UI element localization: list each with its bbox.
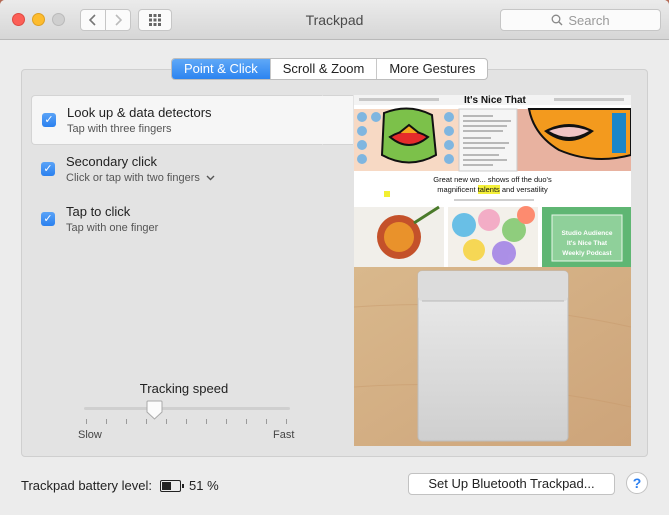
option-look-up[interactable]: ✓ Look up & data detectors Tap with thre… (31, 95, 353, 145)
battery-status: Trackpad battery level: 51 % (21, 478, 219, 493)
preview-headline: Great new wo... shows off the duo's magn… (354, 175, 631, 195)
option-secondary-click[interactable]: ✓ Secondary click Click or tap with two … (31, 145, 353, 195)
battery-value: 51 % (189, 478, 219, 493)
tab-scroll-zoom[interactable]: Scroll & Zoom (271, 59, 378, 79)
look-up-checkbox[interactable]: ✓ (42, 113, 56, 127)
slider-tick (126, 419, 127, 424)
headline-post: and versatility (499, 185, 548, 194)
tab-point-click[interactable]: Point & Click (172, 59, 271, 79)
slider-tick (246, 419, 247, 424)
tab-bar: Point & Click Scroll & Zoom More Gesture… (171, 58, 489, 80)
trackpad-illustration (354, 267, 631, 446)
option-title: Secondary click (66, 154, 158, 169)
slider-tick (286, 419, 287, 424)
option-subtitle-text: Tap with one finger (66, 222, 159, 234)
slider-tick (106, 419, 107, 424)
tile-line: It's Nice That (566, 240, 608, 247)
option-subtitle: Tap with one finger (66, 222, 158, 234)
option-subtitle-text: Click or tap with two fingers (66, 172, 200, 184)
slider-tick (206, 419, 207, 424)
gesture-preview: It's Nice That Great new wo... shows off… (354, 95, 631, 446)
option-subtitle[interactable]: Click or tap with two fingers (66, 172, 215, 184)
podcast-tile-text: Studio Audience It's Nice That Weekly Po… (552, 229, 622, 259)
tracking-speed-track[interactable] (84, 407, 290, 410)
battery-fill (162, 481, 172, 490)
title-bar: Trackpad Search (0, 0, 669, 40)
tracking-speed-label: Tracking speed (139, 381, 229, 396)
setup-bluetooth-trackpad-button[interactable]: Set Up Bluetooth Trackpad... (408, 473, 615, 495)
slider-tick (266, 419, 267, 424)
slider-max-label: Fast (273, 429, 295, 441)
tile-line: Weekly Podcast (562, 250, 612, 257)
option-subtitle: Tap with three fingers (67, 123, 172, 135)
search-icon (551, 14, 563, 26)
slider-tick (166, 419, 167, 424)
tracking-speed-knob[interactable] (146, 400, 163, 420)
preview-webpage: It's Nice That Great new wo... shows off… (354, 95, 631, 267)
option-subtitle-text: Tap with three fingers (67, 123, 172, 135)
preferences-window: Trackpad Search Point & Click Scroll & Z… (0, 0, 669, 515)
preview-site-title: It's Nice That (464, 95, 526, 106)
battery-label: Trackpad battery level: (21, 478, 153, 493)
slider-tick (86, 419, 87, 424)
slider-tick (226, 419, 227, 424)
help-button[interactable]: ? (626, 472, 648, 494)
tab-more-gestures[interactable]: More Gestures (377, 59, 487, 79)
selection-arrow (322, 95, 340, 145)
preview-headline-line2: magnificent talents and versatility (354, 185, 631, 195)
slider-min-label: Slow (78, 429, 102, 441)
headline-pre: magnificent (437, 185, 478, 194)
search-placeholder: Search (568, 12, 610, 28)
secondary-click-checkbox[interactable]: ✓ (41, 162, 55, 176)
tap-to-click-checkbox[interactable]: ✓ (41, 212, 55, 226)
battery-icon (160, 479, 185, 492)
slider-tick (186, 419, 187, 424)
tile-line: Studio Audience (561, 230, 613, 237)
search-field[interactable]: Search (500, 9, 661, 31)
headline-highlight: talents (477, 185, 500, 194)
preview-headline-line1: Great new wo... shows off the duo's (433, 175, 552, 184)
chevron-down-icon[interactable] (206, 175, 215, 181)
option-tap-to-click[interactable]: ✓ Tap to click Tap with one finger (31, 195, 353, 245)
option-title: Tap to click (66, 204, 131, 219)
option-title: Look up & data detectors (67, 105, 212, 120)
